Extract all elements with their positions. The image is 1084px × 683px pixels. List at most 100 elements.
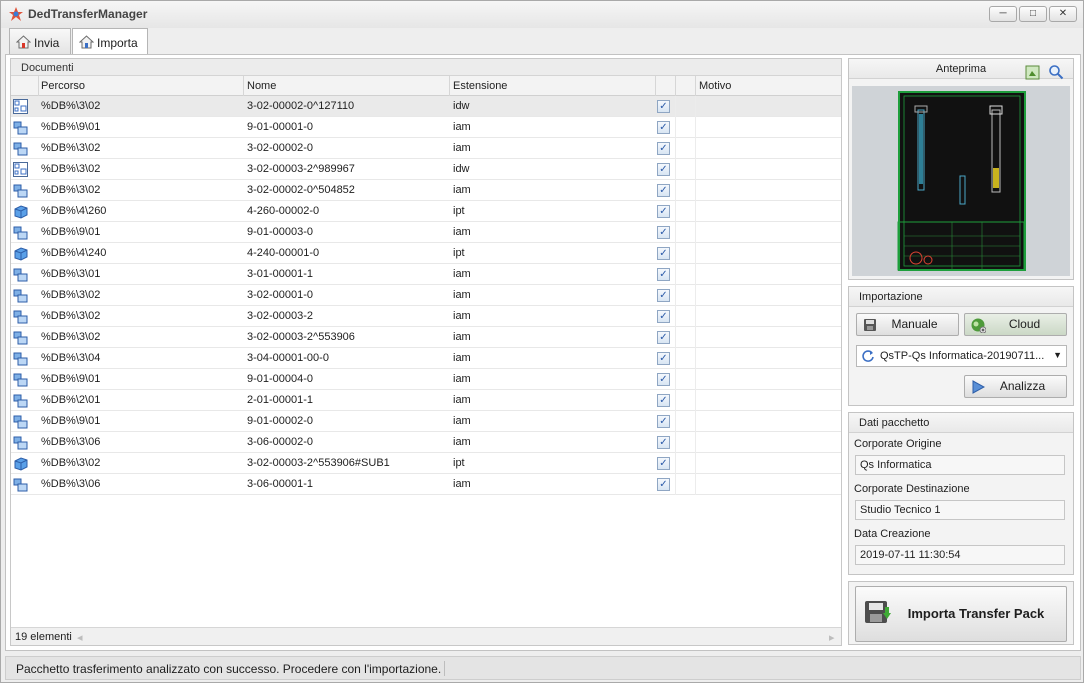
table-row[interactable]: %DB%\9\01 9-01-00004-0 iam ✓ — [11, 369, 841, 390]
row-checkbox[interactable]: ✓ — [657, 436, 670, 449]
origin-field[interactable]: Qs Informatica — [855, 455, 1065, 475]
row-checkbox[interactable]: ✓ — [657, 268, 670, 281]
table-row[interactable]: %DB%\3\02 3-02-00003-2^989967 idw ✓ — [11, 159, 841, 180]
table-row[interactable]: %DB%\3\02 3-02-00002-0^504852 iam ✓ — [11, 180, 841, 201]
table-row[interactable]: %DB%\4\260 4-260-00002-0 ipt ✓ — [11, 201, 841, 222]
column-header-estensione[interactable]: Estensione — [453, 80, 507, 92]
row-checkbox[interactable]: ✓ — [657, 394, 670, 407]
row-extension: iam — [453, 310, 471, 322]
zoom-icon[interactable] — [1048, 64, 1064, 80]
row-extension: iam — [453, 478, 471, 490]
assembly-file-icon — [13, 394, 28, 408]
row-checkbox[interactable]: ✓ — [657, 121, 670, 134]
status-text: Pacchetto trasferimento analizzato con s… — [16, 662, 442, 676]
row-checkbox[interactable]: ✓ — [657, 163, 670, 176]
row-checkbox[interactable]: ✓ — [657, 310, 670, 323]
row-name: 9-01-00003-0 — [247, 226, 314, 238]
table-row[interactable]: %DB%\9\01 9-01-00002-0 iam ✓ — [11, 411, 841, 432]
row-checkbox[interactable]: ✓ — [657, 184, 670, 197]
row-name: 3-02-00002-0^504852 — [247, 184, 355, 196]
tab-invia-label: Invia — [34, 36, 60, 50]
assembly-file-icon — [13, 184, 28, 198]
row-checkbox[interactable]: ✓ — [657, 331, 670, 344]
row-checkbox[interactable]: ✓ — [657, 478, 670, 491]
row-extension: iam — [453, 184, 471, 196]
send-house-icon — [16, 35, 31, 49]
tab-invia[interactable]: Invia — [9, 28, 71, 54]
row-extension: iam — [453, 226, 471, 238]
analyze-button[interactable]: Analizza — [964, 375, 1067, 398]
row-checkbox[interactable]: ✓ — [657, 289, 670, 302]
table-row[interactable]: %DB%\2\01 2-01-00001-1 iam ✓ — [11, 390, 841, 411]
destination-field[interactable]: Studio Tecnico 1 — [855, 500, 1065, 520]
creation-date-field[interactable]: 2019-07-11 11:30:54 — [855, 545, 1065, 565]
assembly-file-icon — [13, 142, 28, 156]
row-extension: iam — [453, 436, 471, 448]
table-row[interactable]: %DB%\3\01 3-01-00001-1 iam ✓ — [11, 264, 841, 285]
table-row[interactable]: %DB%\3\06 3-06-00001-1 iam ✓ — [11, 474, 841, 495]
row-path: %DB%\3\02 — [41, 310, 101, 322]
title-bar: DedTransferManager ─ □ ✕ — [1, 1, 1083, 28]
cloud-label: Cloud — [1008, 317, 1041, 331]
row-checkbox[interactable]: ✓ — [657, 205, 670, 218]
column-header-percorso[interactable]: Percorso — [41, 80, 85, 92]
table-row[interactable]: %DB%\3\02 3-02-00003-2^553906#SUB1 ipt ✓ — [11, 453, 841, 474]
row-name: 4-260-00002-0 — [247, 205, 320, 217]
manual-button[interactable]: Manuale — [856, 313, 959, 336]
row-extension: iam — [453, 289, 471, 301]
fit-image-icon[interactable] — [1025, 65, 1040, 80]
assembly-file-icon — [13, 289, 28, 303]
assembly-file-icon — [13, 415, 28, 429]
row-checkbox[interactable]: ✓ — [657, 226, 670, 239]
table-row[interactable]: %DB%\9\01 9-01-00001-0 iam ✓ — [11, 117, 841, 138]
chevron-down-icon[interactable]: ▼ — [1053, 350, 1062, 360]
package-select[interactable]: QsTP-Qs Informatica-20190711... ▼ — [856, 345, 1067, 367]
window-title: DedTransferManager — [28, 7, 148, 21]
import-transfer-pack-button[interactable]: Importa Transfer Pack — [855, 586, 1067, 642]
scroll-left-icon[interactable]: ◂ — [77, 631, 83, 644]
row-checkbox[interactable]: ✓ — [657, 457, 670, 470]
preview-title: Anteprima — [935, 63, 987, 75]
import-page: Documenti Percorso Nome Estensione Motiv… — [5, 54, 1081, 651]
row-checkbox[interactable]: ✓ — [657, 373, 670, 386]
table-row[interactable]: %DB%\3\02 3-02-00003-2^553906 iam ✓ — [11, 327, 841, 348]
row-extension: iam — [453, 352, 471, 364]
close-button[interactable]: ✕ — [1049, 6, 1077, 22]
column-header-nome[interactable]: Nome — [247, 80, 276, 92]
table-row[interactable]: %DB%\3\02 3-02-00002-0^127110 idw ✓ — [11, 96, 841, 117]
part-file-icon — [14, 457, 28, 471]
origin-label: Corporate Origine — [854, 438, 942, 450]
row-path: %DB%\3\02 — [41, 457, 101, 469]
table-row[interactable]: %DB%\3\02 3-02-00002-0 iam ✓ — [11, 138, 841, 159]
scroll-right-icon[interactable]: ▸ — [829, 631, 835, 644]
preview-panel: Anteprima — [848, 58, 1074, 280]
row-name: 3-06-00002-0 — [247, 436, 314, 448]
row-checkbox[interactable]: ✓ — [657, 142, 670, 155]
row-name: 3-01-00001-1 — [247, 268, 314, 280]
row-extension: iam — [453, 415, 471, 427]
table-row[interactable]: %DB%\9\01 9-01-00003-0 iam ✓ — [11, 222, 841, 243]
row-checkbox[interactable]: ✓ — [657, 415, 670, 428]
assembly-file-icon — [13, 373, 28, 387]
table-row[interactable]: %DB%\3\04 3-04-00001-00-0 iam ✓ — [11, 348, 841, 369]
table-row[interactable]: %DB%\3\06 3-06-00002-0 iam ✓ — [11, 432, 841, 453]
row-name: 3-02-00002-0 — [247, 142, 314, 154]
cloud-icon — [971, 318, 986, 333]
grid-footer: 19 elementi ◂ ▸ — [11, 627, 841, 645]
row-path: %DB%\3\01 — [41, 268, 101, 280]
maximize-button[interactable]: □ — [1019, 6, 1047, 22]
minimize-button[interactable]: ─ — [989, 6, 1017, 22]
row-checkbox[interactable]: ✓ — [657, 352, 670, 365]
analyze-label: Analizza — [999, 379, 1046, 393]
table-row[interactable]: %DB%\3\02 3-02-00003-2 iam ✓ — [11, 306, 841, 327]
row-path: %DB%\3\06 — [41, 436, 101, 448]
row-checkbox[interactable]: ✓ — [657, 100, 670, 113]
tab-importa[interactable]: Importa — [72, 28, 148, 55]
row-checkbox[interactable]: ✓ — [657, 247, 670, 260]
table-row[interactable]: %DB%\4\240 4-240-00001-0 ipt ✓ — [11, 243, 841, 264]
row-name: 9-01-00002-0 — [247, 415, 314, 427]
column-header-motivo[interactable]: Motivo — [699, 80, 731, 92]
cloud-button[interactable]: Cloud — [964, 313, 1067, 336]
table-row[interactable]: %DB%\3\02 3-02-00001-0 iam ✓ — [11, 285, 841, 306]
drawing-preview[interactable] — [852, 86, 1070, 276]
